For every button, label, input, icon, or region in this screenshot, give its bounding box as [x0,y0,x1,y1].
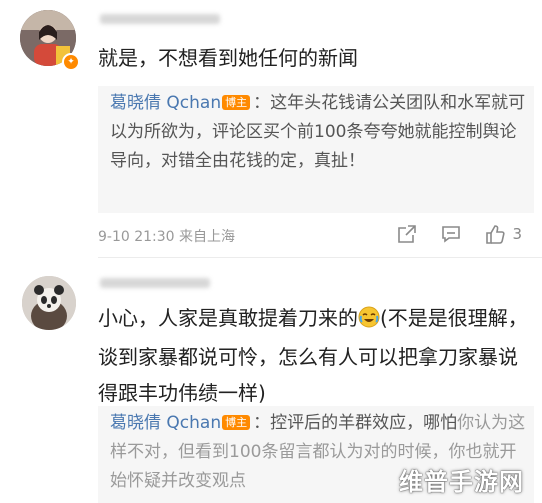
reply-author[interactable]: 葛晓倩 Qchan [110,93,221,113]
reply-text: ：控评后的羊群效应，哪怕 [253,413,458,433]
reply-box[interactable]: 葛晓倩 Qchan 博主 ：这年头花钱请公关团队和水军就可以为所欲为，评论区买个前1… [98,86,534,213]
laugh-cry-emoji-icon [358,303,380,339]
comment-text: 就是，不想看到她任何的新闻 [98,46,358,70]
share-button[interactable] [396,223,418,245]
comment-item: ✦ 就是，不想看到她任何的新闻 葛晓倩 Qchan 博主 ：这年头花钱请公关团队和水… [0,0,542,258]
avatar[interactable] [22,276,76,330]
author-badge: 博主 [222,95,251,110]
like-button[interactable]: 3 [484,223,522,245]
comment-meta: 9-10 21:30 来自上海 [98,229,236,245]
like-icon [486,225,506,244]
username-blurred [100,14,220,24]
divider [98,257,542,258]
watermark-logo: 维普手游网 [399,468,524,496]
action-bar: 3 [396,222,522,246]
author-badge: 博主 [222,415,251,430]
comment-button[interactable] [440,223,462,245]
share-icon [398,225,417,243]
comment-text: 小心，人家是真敢提着刀来的 (不是是很理解，谈到家暴都说可怜，怎么有人可以把拿刀家… [98,300,528,411]
reply-author[interactable]: 葛晓倩 Qchan [110,413,221,433]
comment-icon [442,226,461,243]
like-count: 3 [512,225,522,243]
verified-icon: ✦ [62,53,80,71]
username-blurred [100,278,210,288]
